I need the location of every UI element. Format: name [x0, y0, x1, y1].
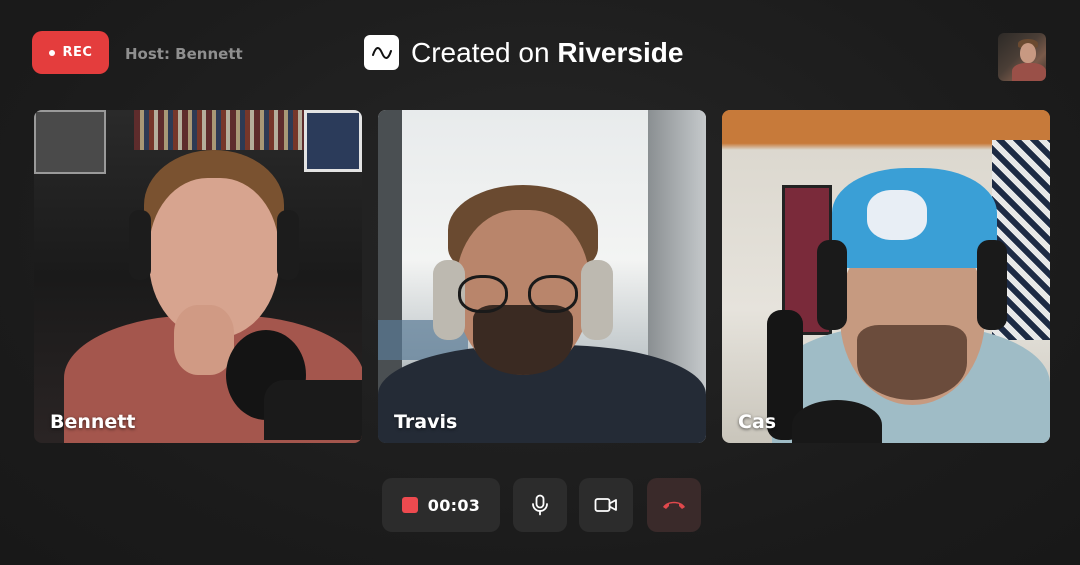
record-button[interactable]: REC — [32, 31, 109, 74]
participant-name: Bennett — [50, 411, 136, 433]
headphone-left — [129, 210, 151, 280]
ceiling-beam — [722, 110, 1050, 140]
phone-hangup-icon — [663, 501, 685, 509]
wall-frame — [34, 110, 106, 174]
headphone-left — [817, 240, 847, 330]
self-view-shirt — [1012, 63, 1046, 81]
self-view-thumbnail[interactable] — [998, 33, 1046, 81]
video-tile-bennett[interactable]: Bennett — [34, 110, 362, 443]
record-dot-icon — [48, 49, 55, 56]
record-label: REC — [62, 45, 93, 60]
brand: Created on Riverside — [364, 35, 683, 70]
video-tile-cas[interactable]: Cas — [722, 110, 1050, 443]
brand-title: Created on Riverside — [411, 37, 683, 69]
microphone-icon — [532, 494, 548, 516]
glasses-right — [528, 275, 578, 313]
participant-name: Cas — [738, 411, 777, 433]
recording-timer: 00:03 — [427, 495, 481, 515]
mic-foam — [792, 400, 882, 443]
headphone-right — [581, 260, 613, 340]
camera-button[interactable] — [579, 478, 633, 532]
wall-poster — [304, 110, 362, 172]
video-tile-travis[interactable]: Travis — [378, 110, 706, 443]
stop-recording-button[interactable]: 00:03 — [382, 478, 500, 532]
host-label: Host: Bennett — [125, 45, 243, 63]
mic-arm — [264, 380, 362, 440]
beard — [473, 305, 573, 375]
leave-call-button[interactable] — [647, 478, 701, 532]
brand-name: Riverside — [557, 36, 684, 68]
glasses-left — [458, 275, 508, 313]
video-camera-icon — [594, 498, 617, 512]
headphone-right — [277, 210, 299, 280]
beard — [857, 325, 967, 400]
headphone-right — [977, 240, 1007, 330]
cap-logo — [867, 190, 927, 240]
bookshelf — [134, 110, 314, 150]
waveform-logo-icon — [364, 35, 399, 70]
participant-name: Travis — [394, 411, 458, 433]
microphone-button[interactable] — [513, 478, 567, 532]
self-view-face — [1020, 43, 1036, 63]
brand-prefix: Created on — [411, 36, 558, 68]
hand — [174, 305, 234, 375]
stop-square-icon — [401, 497, 418, 513]
